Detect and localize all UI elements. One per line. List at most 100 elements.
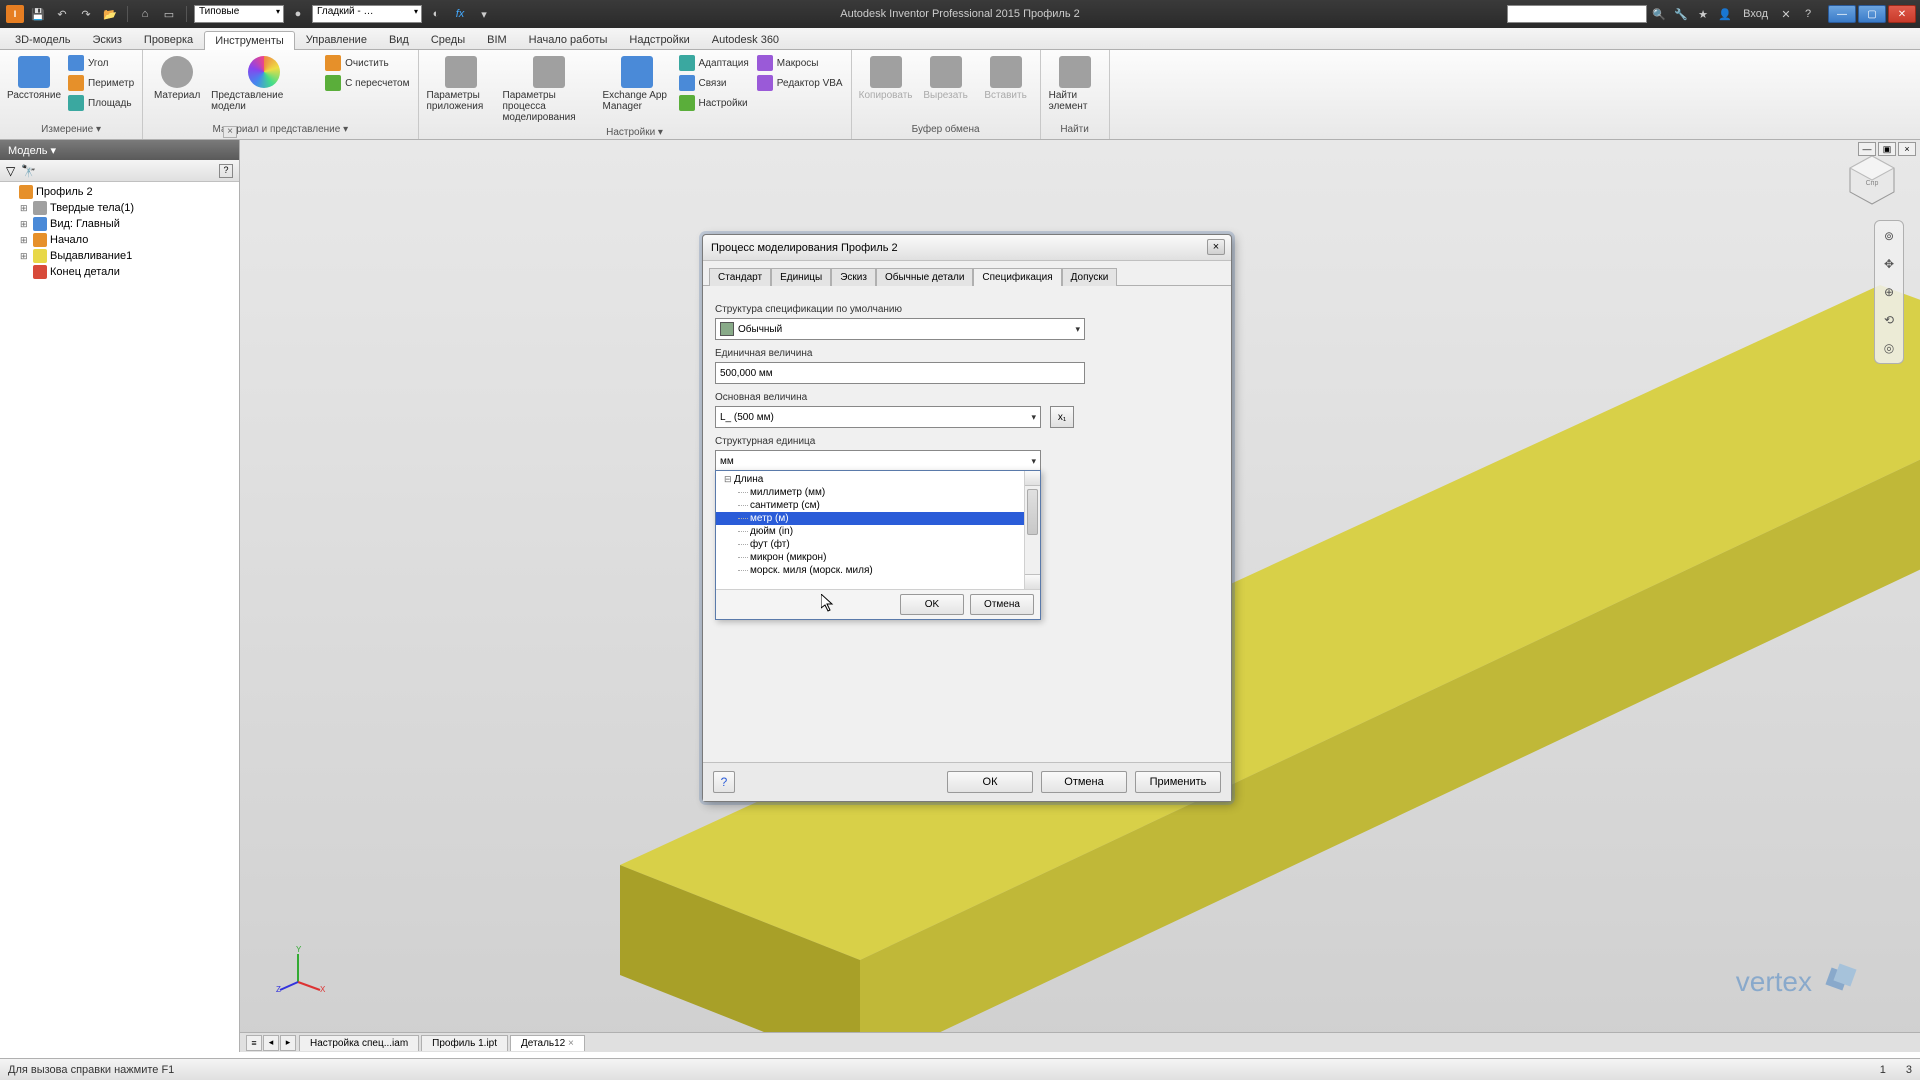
links-button[interactable]: Связи — [677, 74, 751, 92]
browser-title[interactable]: Модель ▾ — [0, 140, 239, 160]
dd-option[interactable]: миллиметр (мм) — [716, 486, 1040, 499]
binoculars-icon[interactable]: 🔭 — [21, 164, 36, 178]
tree-item[interactable]: ⊞Начало — [2, 232, 237, 248]
doc-tab-2[interactable]: Деталь12 × — [510, 1035, 585, 1051]
clear-button[interactable]: Очистить — [323, 54, 411, 72]
qat-select-icon[interactable]: ▭ — [159, 4, 179, 24]
dlg-tab-bom[interactable]: Спецификация — [973, 268, 1061, 286]
tree-item[interactable]: ⊞Выдавливание1 — [2, 248, 237, 264]
dd-option[interactable]: дюйм (in) — [716, 525, 1040, 538]
doc-tab-close-icon[interactable]: × — [568, 1038, 574, 1049]
dialog-help-button[interactable]: ? — [713, 771, 735, 793]
dd-option[interactable]: морск. миля (морск. миля) — [716, 564, 1040, 577]
ribbon-tab-sketch[interactable]: Эскиз — [81, 30, 132, 49]
appearance-combo[interactable]: Гладкий - … — [312, 5, 422, 23]
struct-unit-combo[interactable]: мм — [715, 450, 1041, 472]
tree-item[interactable]: Конец детали — [2, 264, 237, 280]
exchange-icon[interactable]: ✕ — [1776, 4, 1796, 24]
ribbon-tab-bim[interactable]: BIM — [476, 30, 518, 49]
qat-open-icon[interactable]: 📂 — [100, 4, 120, 24]
group-material-label[interactable]: Материал и представление ▾ — [149, 122, 411, 137]
base-qty-combo[interactable]: L_ (500 мм) — [715, 406, 1041, 428]
orbit-icon[interactable]: ⟲ — [1878, 309, 1900, 331]
dd-option[interactable]: микрон (микрон) — [716, 551, 1040, 564]
user-icon[interactable]: 👤 — [1715, 4, 1735, 24]
qat-save-icon[interactable]: 💾 — [28, 4, 48, 24]
perimeter-button[interactable]: Периметр — [66, 74, 136, 92]
customize-button[interactable]: Адаптация — [677, 54, 751, 72]
dd-root[interactable]: Длина — [716, 473, 1040, 486]
recompute-button[interactable]: С пересчетом — [323, 74, 411, 92]
doc-restore-button[interactable]: ▣ — [1878, 142, 1896, 156]
ribbon-tab-manage[interactable]: Управление — [295, 30, 378, 49]
tree-item[interactable]: ⊞Вид: Главный — [2, 216, 237, 232]
lookat-icon[interactable]: ◎ — [1878, 337, 1900, 359]
search-input[interactable] — [1507, 5, 1647, 23]
help-icon[interactable]: ? — [1798, 4, 1818, 24]
dialog-ok-button[interactable]: ОК — [947, 771, 1033, 793]
dlg-tab-tolerance[interactable]: Допуски — [1062, 268, 1118, 286]
dropdown-ok-button[interactable]: OK — [900, 594, 964, 615]
ribbon-tab-env[interactable]: Среды — [420, 30, 476, 49]
fx-button[interactable]: x₁ — [1050, 406, 1074, 428]
ribbon-tab-start[interactable]: Начало работы — [518, 30, 619, 49]
macros-button[interactable]: Макросы — [755, 54, 845, 72]
dialog-close-button[interactable]: × — [1207, 239, 1225, 255]
qat-redo-icon[interactable]: ↷ — [76, 4, 96, 24]
qat-fx-icon[interactable]: fx — [450, 4, 470, 24]
distance-button[interactable]: Расстояние — [6, 54, 62, 103]
group-measure-label[interactable]: Измерение ▾ — [6, 122, 136, 137]
dlg-tab-sketch[interactable]: Эскиз — [831, 268, 876, 286]
ribbon-tab-3dmodel[interactable]: 3D-модель — [4, 30, 81, 49]
ribbon-tab-inspect[interactable]: Проверка — [133, 30, 204, 49]
exchange-button[interactable]: Exchange App Manager — [601, 54, 673, 114]
doc-tab-1[interactable]: Профиль 1.ipt — [421, 1035, 508, 1051]
qat-undo-icon[interactable]: ↶ — [52, 4, 72, 24]
ribbon-tab-a360[interactable]: Autodesk 360 — [701, 30, 790, 49]
star-icon[interactable]: ★ — [1693, 4, 1713, 24]
dd-option[interactable]: метр (м) — [716, 512, 1040, 525]
dd-option[interactable]: фут (фт) — [716, 538, 1040, 551]
find-button[interactable]: Найти элемент — [1047, 54, 1103, 114]
vba-button[interactable]: Редактор VBA — [755, 74, 845, 92]
zoom-icon[interactable]: ⊕ — [1878, 281, 1900, 303]
dialog-apply-button[interactable]: Применить — [1135, 771, 1221, 793]
window-maximize-button[interactable]: ▢ — [1858, 5, 1886, 23]
angle-button[interactable]: Угол — [66, 54, 136, 72]
browser-close-button[interactable]: × — [223, 126, 237, 138]
doc-minimize-button[interactable]: — — [1858, 142, 1876, 156]
appearance-button[interactable]: Представление модели — [209, 54, 319, 114]
doc-tab-next-button[interactable]: ▸ — [280, 1035, 296, 1051]
app-options-button[interactable]: Параметры приложения — [425, 54, 497, 114]
doc-close-button[interactable]: × — [1898, 142, 1916, 156]
window-close-button[interactable]: ✕ — [1888, 5, 1916, 23]
group-settings-label[interactable]: Настройки ▾ — [425, 125, 845, 140]
qat-more-icon[interactable]: ▾ — [474, 4, 494, 24]
addins-button[interactable]: Настройки — [677, 94, 751, 112]
pan-icon[interactable]: ✥ — [1878, 253, 1900, 275]
steering-wheel-icon[interactable]: ⊚ — [1878, 225, 1900, 247]
qat-appearance-icon[interactable]: ◐ — [426, 4, 446, 24]
material-button[interactable]: Материал — [149, 54, 205, 103]
tree-item[interactable]: Профиль 2 — [2, 184, 237, 200]
dropdown-scrollbar[interactable] — [1024, 471, 1040, 589]
browser-options-button[interactable]: ? — [219, 164, 233, 178]
structure-combo[interactable]: Обычный — [715, 318, 1085, 340]
search-icon[interactable]: 🔍 — [1649, 4, 1669, 24]
doc-settings-button[interactable]: Параметры процесса моделирования — [501, 54, 597, 125]
window-minimize-button[interactable]: — — [1828, 5, 1856, 23]
doc-tab-prev-button[interactable]: ◂ — [263, 1035, 279, 1051]
dlg-tab-standard[interactable]: Стандарт — [709, 268, 771, 286]
filter-icon[interactable]: ▽ — [6, 164, 15, 178]
ribbon-tab-view[interactable]: Вид — [378, 30, 420, 49]
unit-qty-field[interactable]: 500,000 мм — [715, 362, 1085, 384]
dd-option[interactable]: сантиметр (см) — [716, 499, 1040, 512]
area-button[interactable]: Площадь — [66, 94, 136, 112]
key-icon[interactable]: 🔧 — [1671, 4, 1691, 24]
dlg-tab-units[interactable]: Единицы — [771, 268, 831, 286]
qat-sphere-icon[interactable]: ● — [288, 4, 308, 24]
material-combo[interactable]: Типовые — [194, 5, 284, 23]
ribbon-tab-tools[interactable]: Инструменты — [204, 31, 295, 50]
login-label[interactable]: Вход — [1743, 8, 1768, 20]
doc-tab-0[interactable]: Настройка спец...iam — [299, 1035, 419, 1051]
